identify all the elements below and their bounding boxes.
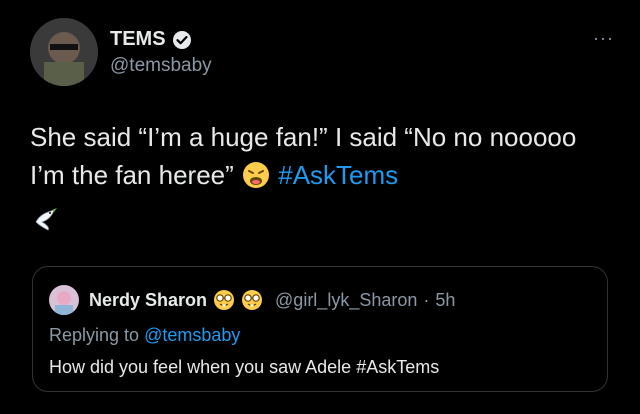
quoted-tweet-text: How did you feel when you saw Adele #Ask… [49,357,439,378]
verified-badge-icon [172,30,192,50]
tweet-hashtag-link[interactable]: #AskTems [278,160,398,190]
quoted-tweet-header: Nerdy Sharon @girl_lyk_Sharon · 5h [49,285,455,315]
dove-emoji-icon [30,204,60,244]
quoted-author-avatar[interactable] [49,285,79,315]
tweet-text: She said “I’m a huge fan!” I said “No no… [30,118,600,244]
nerd-face-emoji-icon [241,289,263,311]
more-options-icon[interactable]: ··· [593,28,614,49]
nerd-face-emoji-icon [213,289,235,311]
author-name-block: TEMS @temsbaby [110,28,212,77]
quoted-author-handle[interactable]: @girl_lyk_Sharon [275,290,417,311]
quoted-author-name[interactable]: Nerdy Sharon [89,290,207,311]
weary-face-emoji-icon [241,160,271,200]
replying-to-mention-link[interactable]: @temsbaby [144,325,240,345]
replying-to-prefix: Replying to [49,325,140,345]
quoted-text-body: How did you feel when you saw Adele [49,357,352,377]
separator-dot: · [423,289,430,310]
quoted-hashtag-link[interactable]: #AskTems [356,357,439,377]
tweet-header: TEMS @temsbaby ··· [30,18,620,88]
quoted-tweet[interactable]: Nerdy Sharon @girl_lyk_Sharon · 5h Reply… [32,266,608,392]
replying-to-line: Replying to @temsbaby [49,325,240,346]
tweet-card: TEMS @temsbaby ··· She said “I’m a huge … [0,0,640,414]
quoted-timestamp[interactable]: 5h [435,290,455,311]
author-handle[interactable]: @temsbaby [110,55,212,77]
author-avatar[interactable] [30,18,98,86]
author-display-name[interactable]: TEMS [110,28,166,51]
